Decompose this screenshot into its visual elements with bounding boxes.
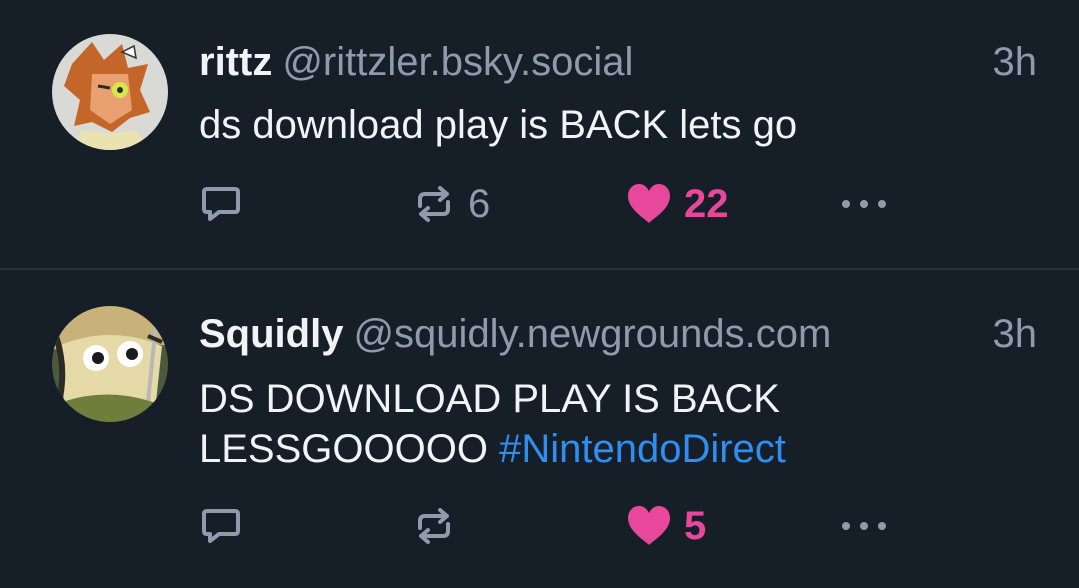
- post-text: DS DOWNLOAD PLAY IS BACK LESSGOOOOO #Nin…: [199, 374, 1019, 474]
- more-options-button[interactable]: [838, 174, 890, 234]
- post-text-line: DS DOWNLOAD PLAY IS BACK: [199, 377, 780, 421]
- post-text: ds download play is BACK lets go: [199, 100, 1019, 150]
- post-actions: 5: [0, 496, 1079, 556]
- reply-icon: [202, 187, 240, 221]
- more-options-button[interactable]: [838, 496, 890, 556]
- avatar-image: [52, 306, 168, 422]
- post-actions: 6 22: [0, 174, 1079, 234]
- author-handle[interactable]: @rittzler.bsky.social: [282, 40, 633, 84]
- repost-icon: [418, 508, 450, 544]
- post-text-line-2: LESSGOOOOO #NintendoDirect: [199, 424, 1019, 474]
- post-rittz[interactable]: rittz @rittzler.bsky.social 3h ds downloa…: [0, 0, 1079, 268]
- author-name[interactable]: Squidly: [199, 312, 343, 356]
- like-button[interactable]: 22: [626, 174, 729, 234]
- reply-icon: [202, 509, 240, 543]
- like-count: 5: [684, 503, 707, 548]
- post-time[interactable]: 3h: [993, 38, 1038, 86]
- author-handle[interactable]: @squidly.newgrounds.com: [353, 312, 831, 356]
- post-time[interactable]: 3h: [993, 310, 1038, 358]
- like-count: 22: [684, 181, 729, 226]
- more-icon: [842, 522, 886, 530]
- like-button[interactable]: 5: [626, 496, 706, 556]
- post-text-line: LESSGOOOOO: [199, 427, 488, 471]
- reply-button[interactable]: [198, 496, 244, 556]
- heart-icon: [628, 184, 670, 223]
- author-name[interactable]: rittz: [199, 40, 272, 84]
- reply-button[interactable]: [198, 174, 244, 234]
- repost-count: 6: [468, 181, 491, 226]
- post-header: Squidly @squidly.newgrounds.com: [199, 310, 831, 358]
- avatar-image: [52, 34, 168, 150]
- avatar[interactable]: [52, 34, 168, 150]
- repost-button[interactable]: [412, 496, 468, 556]
- post-text-line: ds download play is BACK lets go: [199, 103, 798, 147]
- post-header: rittz @rittzler.bsky.social: [199, 38, 633, 86]
- avatar[interactable]: [52, 306, 168, 422]
- hashtag-link[interactable]: #NintendoDirect: [499, 427, 786, 471]
- repost-button[interactable]: 6: [412, 174, 490, 234]
- post-squidly[interactable]: Squidly @squidly.newgrounds.com 3h DS DOW…: [0, 270, 1079, 588]
- heart-icon: [628, 506, 670, 545]
- more-icon: [842, 200, 886, 208]
- repost-icon: [418, 186, 450, 222]
